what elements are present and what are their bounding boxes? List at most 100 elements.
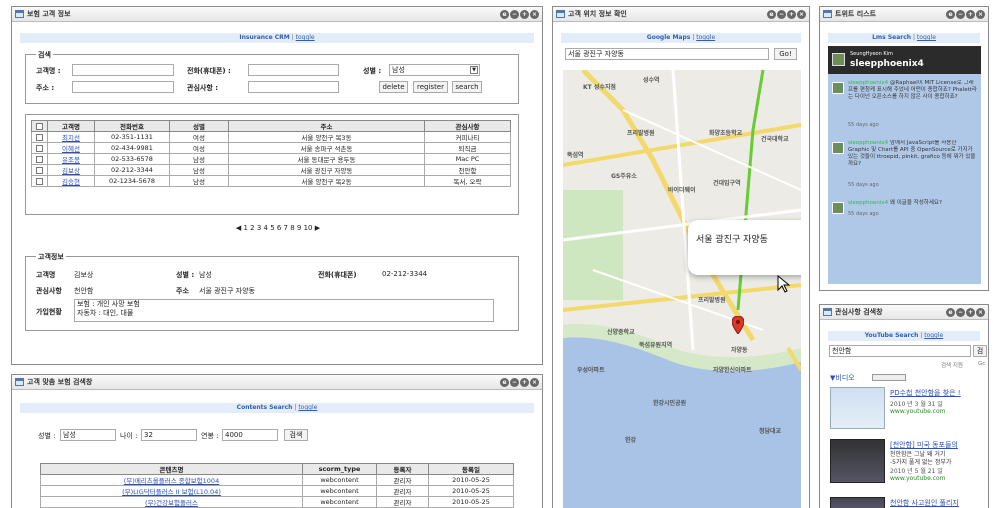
customer-name-link[interactable]: 최지선 bbox=[62, 134, 80, 142]
prev-page-icon[interactable]: ◀ bbox=[236, 224, 241, 232]
interest-input[interactable] bbox=[248, 81, 339, 93]
gender-select[interactable]: 남성 ▼ bbox=[389, 64, 480, 76]
table-row[interactable]: 김보상 02-212-3344 남성 서울 광진구 자양동 천안함 bbox=[31, 164, 511, 176]
name-input[interactable] bbox=[72, 64, 174, 76]
toggle-link[interactable]: toggle bbox=[296, 34, 315, 41]
profile-handle[interactable]: sleepphoenix4 bbox=[850, 59, 924, 69]
close-icon[interactable]: × bbox=[976, 307, 985, 317]
view-mode-icons[interactable] bbox=[872, 374, 906, 381]
video-item[interactable]: 천안함 사고원인 풀리지 bbox=[830, 495, 988, 508]
tweet-item[interactable]: sleepphoenix4 @Raphael이 MIT License로 그래프… bbox=[828, 78, 981, 132]
park-area bbox=[563, 190, 623, 300]
edit-icon[interactable]: e bbox=[500, 9, 509, 19]
interest-panel-header[interactable]: 관심사항 검색창 e − + × bbox=[820, 305, 988, 320]
video-title[interactable]: PD수첩 천안함을 찾은 ! bbox=[890, 388, 961, 398]
maximize-icon[interactable]: + bbox=[966, 307, 975, 317]
toggle-link[interactable]: toggle bbox=[917, 34, 936, 41]
tweet-user[interactable]: sleepphoenix4 bbox=[848, 140, 888, 146]
table-row[interactable]: 최지선 02-351-1131 여성 서울 양천구 목3동 커피나티 bbox=[31, 131, 511, 143]
tweet-item[interactable]: sleepphoenix4 앞에서 JavaScript를 사용한 Graphi… bbox=[828, 138, 981, 192]
map-canvas[interactable]: KT 성수지점 성수역 프리발병원 화양초등학교 건국대학교 뚝섬역 GS주유소… bbox=[563, 70, 801, 508]
customer-panel-header[interactable]: 보험 고객 정보 e − + × bbox=[12, 7, 542, 22]
tweet-item[interactable]: sleepphoenix4 왜 이글을 작성하세요? 55 days ago bbox=[828, 198, 981, 226]
next-page-icon[interactable]: ▶ bbox=[315, 224, 320, 232]
row-checkbox[interactable] bbox=[36, 177, 43, 185]
maximize-icon[interactable]: + bbox=[520, 377, 529, 387]
recommend-panel-header[interactable]: 고객 맞춤 보험 검색창 e − + × bbox=[12, 375, 542, 390]
select-all-checkbox[interactable] bbox=[36, 122, 43, 130]
row-checkbox[interactable] bbox=[36, 144, 43, 152]
maximize-icon[interactable]: + bbox=[787, 9, 796, 19]
map-go-button[interactable]: Go! bbox=[774, 48, 797, 60]
window-icon bbox=[823, 10, 832, 18]
twitter-panel-header[interactable]: 트위트 리스트 e − + × bbox=[820, 7, 988, 22]
toggle-link[interactable]: toggle bbox=[924, 332, 943, 339]
toggle-link[interactable]: toggle bbox=[298, 404, 317, 411]
edit-icon[interactable]: e bbox=[500, 377, 509, 387]
edit-icon[interactable]: e bbox=[946, 9, 955, 19]
map-panel-header[interactable]: 고객 위치 정보 확인 e − + × bbox=[553, 7, 809, 22]
panel-subtitle-bar: Insurance CRM | toggle bbox=[20, 33, 534, 43]
close-icon[interactable]: × bbox=[530, 9, 539, 19]
phone-input[interactable] bbox=[248, 64, 339, 76]
map-info-bubble[interactable]: 서울 광진구 자양동 bbox=[688, 220, 801, 275]
customer-panel: 보험 고객 정보 e − + × Insurance CRM | toggle … bbox=[11, 6, 543, 365]
search-button[interactable]: search bbox=[452, 81, 482, 93]
minimize-icon[interactable]: − bbox=[956, 9, 965, 19]
filter-income-input[interactable]: 4000 bbox=[222, 429, 278, 441]
minimize-icon[interactable]: − bbox=[777, 9, 786, 19]
video-section-label[interactable]: ▼비디오 bbox=[830, 373, 855, 383]
recommend-search-button[interactable]: 검색 bbox=[284, 429, 308, 441]
minimize-icon[interactable]: − bbox=[956, 307, 965, 317]
table-row[interactable]: (무)메리츠올플러스 종합보험1004 webcontent 관리자 2010-… bbox=[40, 474, 514, 486]
customer-name-link[interactable]: 김승현 bbox=[62, 178, 80, 186]
maximize-icon[interactable]: + bbox=[520, 9, 529, 19]
panel-title: 보험 고객 정보 bbox=[27, 10, 71, 18]
video-site: www.youtube.com bbox=[890, 475, 946, 482]
tweet-user[interactable]: sleepphoenix4 bbox=[848, 80, 888, 86]
customer-name-link[interactable]: 유조봉 bbox=[62, 156, 80, 164]
video-title[interactable]: 천안함 사고원인 풀리지 bbox=[890, 498, 959, 508]
video-item[interactable]: [천안함] 미국 동포들의 천안함은 그날 왜 거기 -5가지 풀게 없는 정부… bbox=[830, 437, 988, 487]
table-row[interactable]: 김승현 02-1234-5678 남성 서울 양천구 목2동 독서, 오락 bbox=[31, 175, 511, 187]
close-icon[interactable]: × bbox=[530, 377, 539, 387]
filter-gender-input[interactable]: 남성 bbox=[60, 429, 116, 441]
delete-button[interactable]: delete bbox=[379, 81, 408, 93]
content-link[interactable]: (무)메리츠올플러스 종합보험1004 bbox=[124, 477, 219, 485]
minimize-icon[interactable]: − bbox=[510, 9, 519, 19]
row-checkbox[interactable] bbox=[36, 166, 43, 174]
maximize-icon[interactable]: + bbox=[966, 9, 975, 19]
page-numbers[interactable]: 1 2 3 4 5 6 7 8 9 10 bbox=[243, 224, 312, 232]
map-label: KT 성수지점 bbox=[583, 84, 616, 91]
tweet-user[interactable]: sleepphoenix4 bbox=[848, 200, 888, 206]
toggle-link[interactable]: toggle bbox=[696, 34, 715, 41]
row-checkbox[interactable] bbox=[36, 133, 43, 141]
edit-icon[interactable]: e bbox=[767, 9, 776, 19]
minimize-icon[interactable]: − bbox=[510, 377, 519, 387]
video-thumbnail[interactable] bbox=[830, 387, 885, 429]
table-row[interactable]: 유조봉 02-533-6578 남성 서울 동대문구 용두동 Mac PC bbox=[31, 153, 511, 165]
youtube-search-button[interactable]: 검 bbox=[973, 345, 987, 357]
close-icon[interactable]: × bbox=[797, 9, 806, 19]
table-row[interactable]: (무)건강보험플러스 webcontent 관리자 2010-05-25 bbox=[40, 496, 514, 508]
video-snippet: -5가지 풀게 없는 정부가 bbox=[890, 459, 952, 466]
video-thumbnail[interactable] bbox=[830, 439, 885, 483]
map-pin-icon[interactable] bbox=[732, 316, 744, 334]
insurance-textarea[interactable]: 보험 : 개인 사망 보험 자동차 : 대인, 대물 bbox=[74, 299, 494, 322]
content-link[interactable]: (무)LIG닥터플러스 II 보험(L10.04) bbox=[122, 488, 221, 496]
table-row[interactable]: 이혜선 02-434-9981 여성 서울 송파구 석촌동 퇴직금 bbox=[31, 142, 511, 154]
table-row[interactable]: (무)LIG닥터플러스 II 보험(L10.04) webcontent 관리자… bbox=[40, 485, 514, 497]
content-link[interactable]: (무)건강보험플러스 bbox=[145, 499, 198, 507]
address-input[interactable] bbox=[72, 81, 174, 93]
video-item[interactable]: PD수첩 천안함을 찾은 ! 2010 년 3 월 31 일 www.youtu… bbox=[830, 385, 988, 431]
video-thumbnail[interactable] bbox=[830, 497, 885, 508]
register-button[interactable]: register bbox=[413, 81, 448, 93]
customer-name-link[interactable]: 이혜선 bbox=[62, 145, 80, 153]
edit-icon[interactable]: e bbox=[946, 307, 955, 317]
customer-name-link[interactable]: 김보상 bbox=[62, 167, 80, 175]
row-checkbox[interactable] bbox=[36, 155, 43, 163]
filter-age-input[interactable]: 32 bbox=[141, 429, 197, 441]
close-icon[interactable]: × bbox=[976, 9, 985, 19]
youtube-search-input[interactable]: 천안함 bbox=[829, 345, 971, 357]
map-search-input[interactable]: 서울 광진구 자양동 bbox=[565, 48, 769, 60]
